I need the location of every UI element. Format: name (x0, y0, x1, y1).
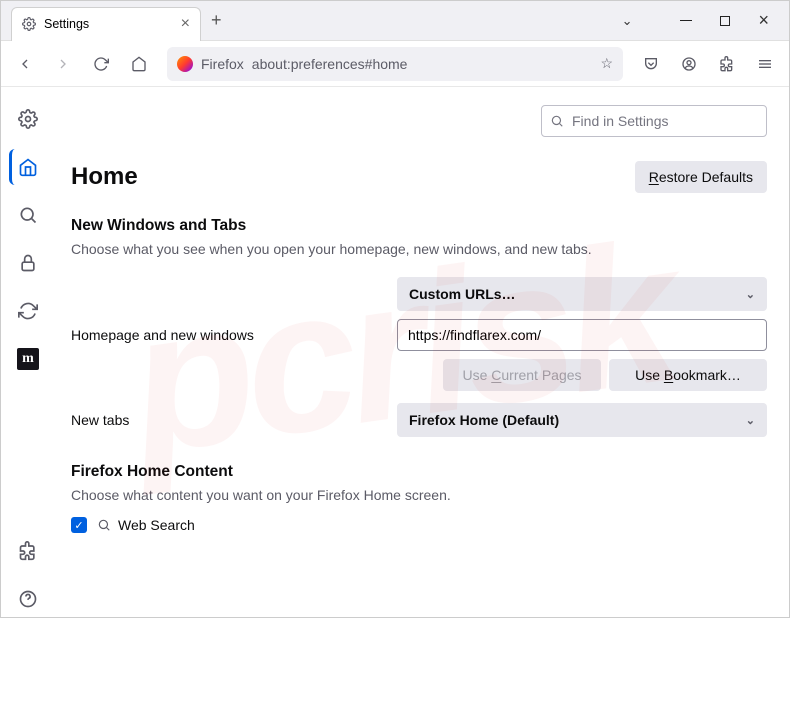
section-desc-home-content: Choose what content you want on your Fir… (71, 487, 767, 503)
sidebar-more[interactable]: m (10, 341, 46, 377)
sidebar-extensions[interactable] (10, 533, 46, 569)
homepage-mode-value: Custom URLs… (409, 286, 516, 302)
sidebar-search[interactable] (10, 197, 46, 233)
homepage-mode-select[interactable]: Custom URLs… ⌄ (397, 277, 767, 311)
restore-label-rest: estore Defaults (659, 169, 753, 185)
close-window-button[interactable]: × (758, 10, 769, 31)
firefox-icon (177, 56, 193, 72)
back-button[interactable] (9, 48, 41, 80)
settings-main: Find in Settings Home Restore Defaults N… (55, 87, 789, 617)
window-controls: ⌄ × (622, 10, 789, 31)
maximize-button[interactable] (720, 16, 730, 26)
chevron-down-icon: ⌄ (746, 288, 755, 301)
newtabs-value: Firefox Home (Default) (409, 412, 559, 428)
section-heading-home-content: Firefox Home Content (71, 463, 767, 481)
menu-button[interactable] (749, 48, 781, 80)
forward-button[interactable] (47, 48, 79, 80)
new-tab-button[interactable]: + (211, 10, 222, 31)
settings-sidebar: m (1, 87, 55, 617)
pocket-icon[interactable] (635, 48, 667, 80)
search-icon (97, 518, 111, 532)
use-bookmark-button[interactable]: Use Bookmark… (609, 359, 767, 391)
account-icon[interactable] (673, 48, 705, 80)
sidebar-help[interactable] (10, 581, 46, 617)
find-in-settings-input[interactable]: Find in Settings (541, 105, 767, 137)
section-heading-new-windows: New Windows and Tabs (71, 217, 767, 235)
page-title: Home (71, 163, 138, 191)
browser-toolbar: Firefox about:preferences#home ☆ (1, 41, 789, 87)
use-current-pages-button[interactable]: Use Current Pages (443, 359, 601, 391)
sidebar-privacy[interactable] (10, 245, 46, 281)
browser-tab-settings[interactable]: Settings × (11, 7, 201, 41)
url-bar[interactable]: Firefox about:preferences#home ☆ (167, 47, 623, 81)
chevron-down-icon[interactable]: ⌄ (622, 13, 633, 29)
homepage-url-input[interactable] (397, 319, 767, 351)
url-brand: Firefox (201, 56, 244, 72)
sidebar-general[interactable] (10, 101, 46, 137)
search-icon (550, 114, 564, 128)
gear-icon (22, 17, 36, 31)
tab-title: Settings (44, 17, 89, 31)
title-bar: Settings × + ⌄ × (1, 1, 789, 41)
reload-button[interactable] (85, 48, 117, 80)
restore-defaults-button[interactable]: Restore Defaults (635, 161, 767, 193)
sidebar-sync[interactable] (10, 293, 46, 329)
section-desc-new-windows: Choose what you see when you open your h… (71, 241, 767, 257)
bookmark-star-icon[interactable]: ☆ (600, 55, 613, 72)
sidebar-home[interactable] (9, 149, 45, 185)
find-placeholder: Find in Settings (572, 113, 669, 129)
tab-close-icon[interactable]: × (181, 16, 190, 32)
matrix-icon: m (17, 348, 39, 370)
chevron-down-icon: ⌄ (746, 414, 755, 427)
home-button[interactable] (123, 48, 155, 80)
newtabs-select[interactable]: Firefox Home (Default) ⌄ (397, 403, 767, 437)
extensions-icon[interactable] (711, 48, 743, 80)
homepage-label: Homepage and new windows (71, 327, 397, 343)
websearch-checkbox[interactable]: ✓ (71, 517, 87, 533)
minimize-button[interactable] (680, 20, 692, 21)
websearch-label: Web Search (118, 517, 195, 533)
newtabs-label: New tabs (71, 412, 397, 428)
url-path: about:preferences#home (252, 56, 408, 72)
